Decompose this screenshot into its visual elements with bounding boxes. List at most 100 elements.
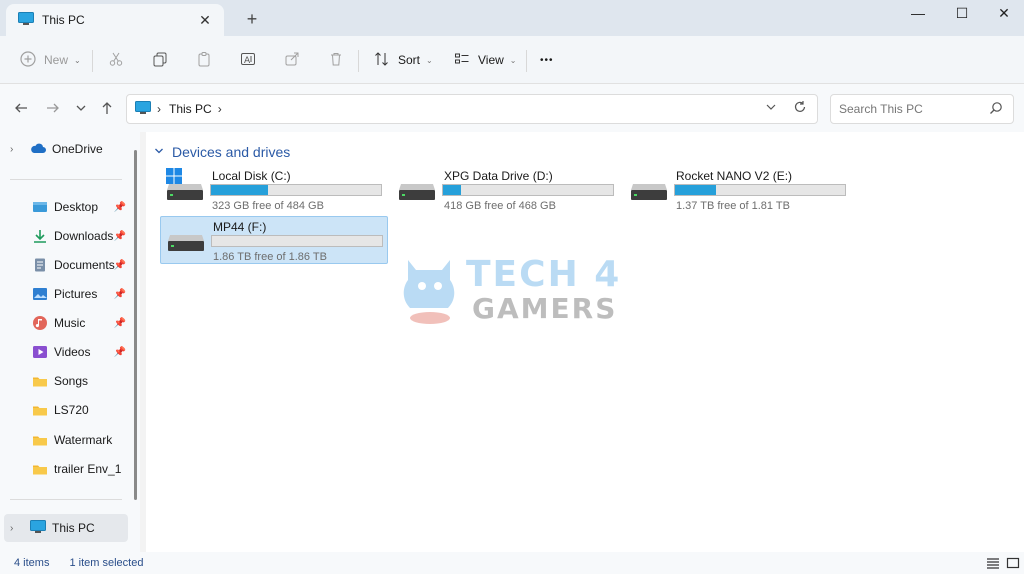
sidebar-item-label: Videos <box>54 345 91 359</box>
maximize-button[interactable]: ☐ <box>942 2 982 24</box>
clipboard-icon <box>196 51 214 69</box>
sidebar-item-label: This PC <box>52 521 95 535</box>
share-button[interactable] <box>284 48 308 72</box>
drive-mp44-f[interactable]: MP44 (F:) 1.86 TB free of 1.86 TB <box>160 216 388 264</box>
pin-icon[interactable]: 📌 <box>114 289 126 300</box>
capacity-bar <box>210 184 382 196</box>
this-pc-icon <box>135 100 151 118</box>
share-icon <box>284 51 302 69</box>
sidebar-item-desktop[interactable]: Desktop 📌 <box>10 195 130 219</box>
sidebar-item-ls720[interactable]: LS720 <box>10 398 130 422</box>
command-bar: New ⌄ A Sort ⌄ View ⌄ ••• <box>0 36 1024 84</box>
sidebar-item-music[interactable]: Music 📌 <box>10 311 130 335</box>
sort-button[interactable]: Sort ⌄ <box>374 48 433 72</box>
drive-free-space: 323 GB free of 484 GB <box>212 200 324 212</box>
sidebar-item-label: Desktop <box>54 200 99 214</box>
sidebar-item-label: Watermark <box>54 433 113 447</box>
breadcrumb-this-pc[interactable]: This PC <box>169 102 212 116</box>
chevron-down-icon: ⌄ <box>509 55 517 65</box>
sidebar-item-label: Documents <box>54 258 115 272</box>
recent-locations-chevron-icon[interactable] <box>72 100 90 118</box>
drive-xpg-data-drive-d[interactable]: XPG Data Drive (D:) 418 GB free of 468 G… <box>392 166 620 214</box>
delete-button[interactable] <box>328 48 352 72</box>
trash-icon <box>328 51 346 69</box>
devices-and-drives-header[interactable]: Devices and drives <box>154 144 290 160</box>
sidebar-item-songs[interactable]: Songs <box>10 369 130 393</box>
new-label: New <box>44 53 69 67</box>
folder-icon <box>32 432 48 448</box>
back-arrow-icon[interactable] <box>12 100 30 118</box>
new-tab-button[interactable]: + <box>242 10 262 30</box>
desktop-icon <box>32 199 48 215</box>
hard-drive-icon <box>166 182 204 202</box>
sidebar-item-onedrive[interactable]: › OneDrive <box>10 137 130 161</box>
view-label: View <box>478 53 504 67</box>
details-view-icon[interactable] <box>986 556 1000 570</box>
status-bar: 4 items 1 item selected <box>0 552 1024 574</box>
folder-icon <box>32 461 48 477</box>
sidebar-item-downloads[interactable]: Downloads 📌 <box>10 224 130 248</box>
tab-this-pc[interactable]: This PC ✕ <box>6 4 224 36</box>
copy-button[interactable] <box>152 48 176 72</box>
pin-icon[interactable]: 📌 <box>114 347 126 358</box>
up-arrow-icon[interactable] <box>98 100 116 118</box>
minimize-button[interactable]: — <box>898 2 938 24</box>
chevron-right-icon[interactable]: › <box>10 144 22 155</box>
drive-local-disk-c[interactable]: Local Disk (C:) 323 GB free of 484 GB <box>160 166 388 214</box>
sidebar-item-pictures[interactable]: Pictures 📌 <box>10 282 130 306</box>
chevron-down-icon: ⌄ <box>74 55 81 65</box>
drive-free-space: 1.37 TB free of 1.81 TB <box>676 200 790 212</box>
sidebar-item-label: Downloads <box>54 229 114 243</box>
sidebar-item-label: OneDrive <box>52 142 103 156</box>
address-bar[interactable]: › This PC › <box>126 94 818 124</box>
document-icon <box>32 257 48 273</box>
mascot-logo-icon <box>398 252 460 329</box>
sidebar-item-trailer-env-1[interactable]: trailer Env_1 <box>10 457 130 481</box>
folder-icon <box>32 373 48 389</box>
search-box[interactable] <box>830 94 1014 124</box>
tab-close-icon[interactable]: ✕ <box>196 11 214 29</box>
more-options-button[interactable]: ••• <box>540 48 554 72</box>
forward-arrow-icon[interactable] <box>44 100 62 118</box>
drive-rocket-nano-v2-e[interactable]: Rocket NANO V2 (E:) 1.37 TB free of 1.81… <box>624 166 852 214</box>
content-pane: Devices and drives Local Disk (C:) 323 G… <box>146 132 1024 552</box>
paste-button[interactable] <box>196 48 220 72</box>
sort-icon <box>374 51 392 69</box>
chevron-right-icon[interactable]: › <box>10 523 22 534</box>
chevron-down-icon: ⌄ <box>426 55 433 65</box>
tiles-view-icon[interactable] <box>1006 556 1020 570</box>
picture-icon <box>32 286 48 302</box>
rename-icon: A <box>240 51 258 69</box>
navigation-bar: › This PC › <box>0 84 1024 132</box>
cut-button[interactable] <box>108 48 132 72</box>
hard-drive-icon <box>167 233 205 253</box>
copy-icon <box>152 51 170 69</box>
capacity-bar-fill <box>675 185 717 195</box>
group-title: Devices and drives <box>172 144 291 160</box>
refresh-icon[interactable] <box>793 100 807 117</box>
pin-icon[interactable]: 📌 <box>114 202 126 213</box>
sidebar-item-videos[interactable]: Videos 📌 <box>10 340 130 364</box>
this-pc-icon <box>30 520 46 536</box>
sidebar-item-watermark[interactable]: Watermark <box>10 428 130 452</box>
pin-icon[interactable]: 📌 <box>114 318 126 329</box>
new-button[interactable]: New ⌄ <box>20 48 81 72</box>
sidebar-item-documents[interactable]: Documents 📌 <box>10 253 130 277</box>
sidebar-item-this-pc[interactable]: › This PC <box>4 514 128 542</box>
view-button[interactable]: View ⌄ <box>454 48 517 72</box>
search-input[interactable] <box>839 95 979 123</box>
view-icon <box>454 51 472 69</box>
drive-name: Rocket NANO V2 (E:) <box>676 169 793 183</box>
address-dropdown-icon[interactable] <box>765 101 777 116</box>
sidebar-scrollbar[interactable] <box>134 150 137 500</box>
breadcrumb-chevron-icon[interactable]: › <box>157 102 161 116</box>
drive-free-space: 418 GB free of 468 GB <box>444 200 556 212</box>
chevron-down-icon <box>154 146 164 159</box>
pin-icon[interactable]: 📌 <box>114 260 126 271</box>
breadcrumb-chevron-icon[interactable]: › <box>218 102 222 116</box>
close-button[interactable]: ✕ <box>984 2 1024 24</box>
drive-name: MP44 (F:) <box>213 220 267 234</box>
search-icon[interactable] <box>989 101 1003 118</box>
pin-icon[interactable]: 📌 <box>114 231 126 242</box>
rename-button[interactable]: A <box>240 48 264 72</box>
